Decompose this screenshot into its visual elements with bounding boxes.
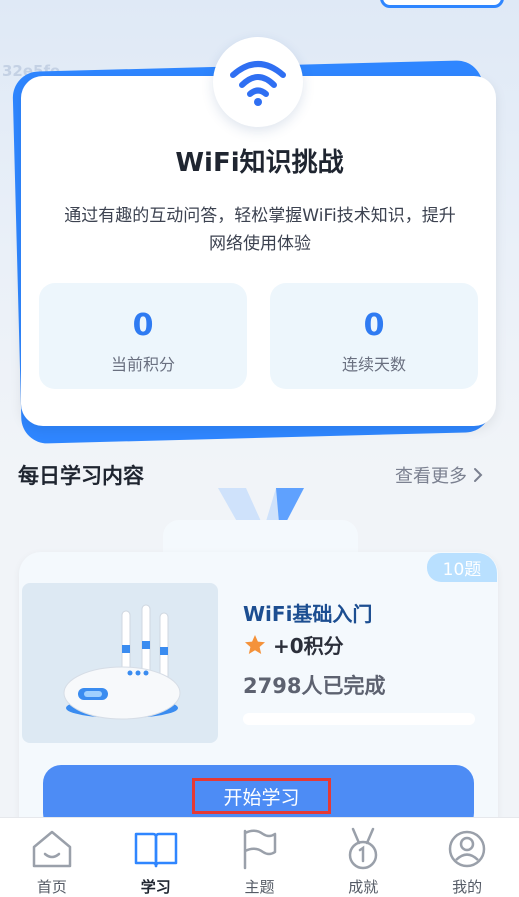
course-points: +0积分 xyxy=(243,630,344,659)
stat-value: 0 xyxy=(363,308,385,343)
completed-count: 2798人已完成 xyxy=(243,674,386,698)
router-icon xyxy=(63,604,181,720)
course-progress-bar xyxy=(243,713,475,725)
star-icon xyxy=(245,634,265,654)
tab-learn[interactable]: 学习 xyxy=(104,818,208,897)
question-count-badge: 10题 xyxy=(427,553,497,582)
hero-title: WiFi知识挑战 xyxy=(175,148,344,178)
top-banner-chip xyxy=(380,0,504,8)
wifi-icon xyxy=(230,61,286,106)
section-title: 每日学习内容 xyxy=(18,464,144,488)
user-icon xyxy=(444,826,490,872)
hero-description: 通过有趣的互动问答，轻松掌握WiFi技术知识，提升网络使用体验 xyxy=(64,206,456,254)
tab-label: 学习 xyxy=(140,878,171,896)
flag-icon xyxy=(236,826,282,872)
medal-icon xyxy=(340,826,386,872)
chevron-right-icon xyxy=(474,468,483,482)
wifi-badge xyxy=(213,37,303,127)
stat-label: 当前积分 xyxy=(110,355,175,374)
view-more-label: 查看更多 xyxy=(395,466,467,487)
course-name: WiFi基础入门 xyxy=(243,602,373,626)
tab-topics[interactable]: 主题 xyxy=(208,818,312,897)
router-image xyxy=(22,583,218,743)
tab-profile[interactable]: 我的 xyxy=(415,818,519,897)
bottom-tab-bar: 首页 学习 主题 成就 我的 xyxy=(0,817,519,897)
stat-value: 0 xyxy=(132,308,154,343)
tab-label: 主题 xyxy=(244,878,275,896)
tab-label: 首页 xyxy=(36,878,67,896)
book-icon xyxy=(133,826,179,872)
points-value: +0积分 xyxy=(273,634,344,658)
tab-label: 我的 xyxy=(452,878,483,896)
start-learning-label[interactable]: 开始学习 xyxy=(192,778,331,814)
stat-current-points: 0 当前积分 xyxy=(39,283,247,389)
stat-streak-days: 0 连续天数 xyxy=(270,283,478,389)
tab-achievements[interactable]: 成就 xyxy=(311,818,415,897)
view-more-link[interactable]: 查看更多 xyxy=(395,462,485,488)
home-icon xyxy=(29,826,75,872)
stat-label: 连续天数 xyxy=(341,355,406,374)
tab-home[interactable]: 首页 xyxy=(0,818,104,897)
tab-label: 成就 xyxy=(348,878,379,896)
